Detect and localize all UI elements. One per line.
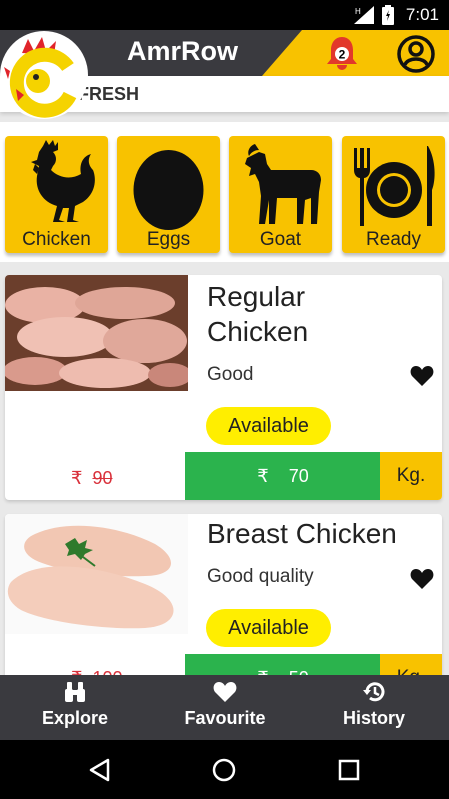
notification-count: 2 — [339, 48, 346, 62]
category-row: Chicken Eggs Goat Ready — [0, 122, 449, 262]
category-label: Goat — [259, 229, 302, 250]
nav-label: Favourite — [184, 708, 266, 728]
product-card-breast-chicken[interactable]: Breast Chicken Good quality Available ₹ … — [5, 514, 442, 684]
price-button[interactable]: ₹ 70 — [185, 452, 381, 500]
product-name: Regular Chicken — [207, 281, 309, 347]
nav-explore[interactable]: Explore — [0, 675, 150, 740]
system-navigation-bar — [0, 740, 449, 799]
old-price: ₹ 90 — [71, 468, 113, 488]
bottom-navigation: Explore Favourite History — [0, 675, 449, 740]
binoculars-icon — [65, 682, 85, 702]
battery-icon — [382, 5, 394, 25]
category-ready[interactable]: Ready — [342, 136, 445, 253]
home-icon[interactable] — [210, 756, 238, 784]
category-label: Ready — [366, 229, 421, 250]
rooster-icon — [31, 140, 95, 222]
category-chicken[interactable]: Chicken — [5, 136, 108, 253]
back-icon[interactable] — [86, 756, 114, 784]
recent-apps-icon[interactable] — [335, 756, 363, 784]
category-label: Chicken — [22, 229, 91, 250]
product-image-raw-chicken — [5, 275, 188, 391]
signal-icon: H — [354, 6, 374, 24]
unit-label: Kg. — [380, 452, 442, 500]
app-logo — [0, 31, 88, 119]
nav-label: History — [342, 708, 405, 728]
rooster-logo-icon — [4, 37, 77, 118]
category-label: Eggs — [146, 229, 191, 250]
history-icon — [363, 682, 385, 702]
category-eggs[interactable]: Eggs — [117, 136, 220, 253]
product-card-regular-chicken[interactable]: Regular Chicken Good Available ₹ 90 ₹ 70… — [5, 275, 442, 500]
egg-icon — [133, 150, 204, 230]
profile-icon[interactable] — [396, 34, 436, 74]
availability-badge: Available — [206, 407, 331, 445]
chicken-breast-image-icon — [5, 514, 188, 634]
favourite-heart-icon[interactable] — [410, 568, 434, 590]
fresh-label: FRESH — [78, 84, 140, 104]
status-bar: H 7:01 — [0, 0, 449, 30]
goat-icon — [245, 144, 321, 224]
product-description: Good — [207, 364, 254, 385]
product-description: Good quality — [207, 566, 314, 587]
product-name: Breast Chicken — [207, 518, 397, 549]
category-goat[interactable]: Goat — [229, 136, 332, 253]
clock: 7:01 — [405, 5, 439, 24]
product-image-chicken-breast — [5, 514, 188, 634]
raw-chicken-image-icon — [5, 275, 188, 391]
availability-badge: Available — [206, 609, 331, 647]
nav-history[interactable]: History — [299, 675, 449, 740]
app-title: AmrRow — [127, 36, 239, 66]
heart-icon — [213, 682, 237, 702]
nav-favourite[interactable]: Favourite — [150, 675, 300, 740]
plate-cutlery-icon — [354, 146, 435, 226]
svg-text:H: H — [355, 7, 361, 16]
favourite-heart-icon[interactable] — [410, 365, 434, 387]
notification-bell-icon[interactable]: 2 — [322, 34, 362, 74]
nav-label: Explore — [41, 708, 109, 728]
